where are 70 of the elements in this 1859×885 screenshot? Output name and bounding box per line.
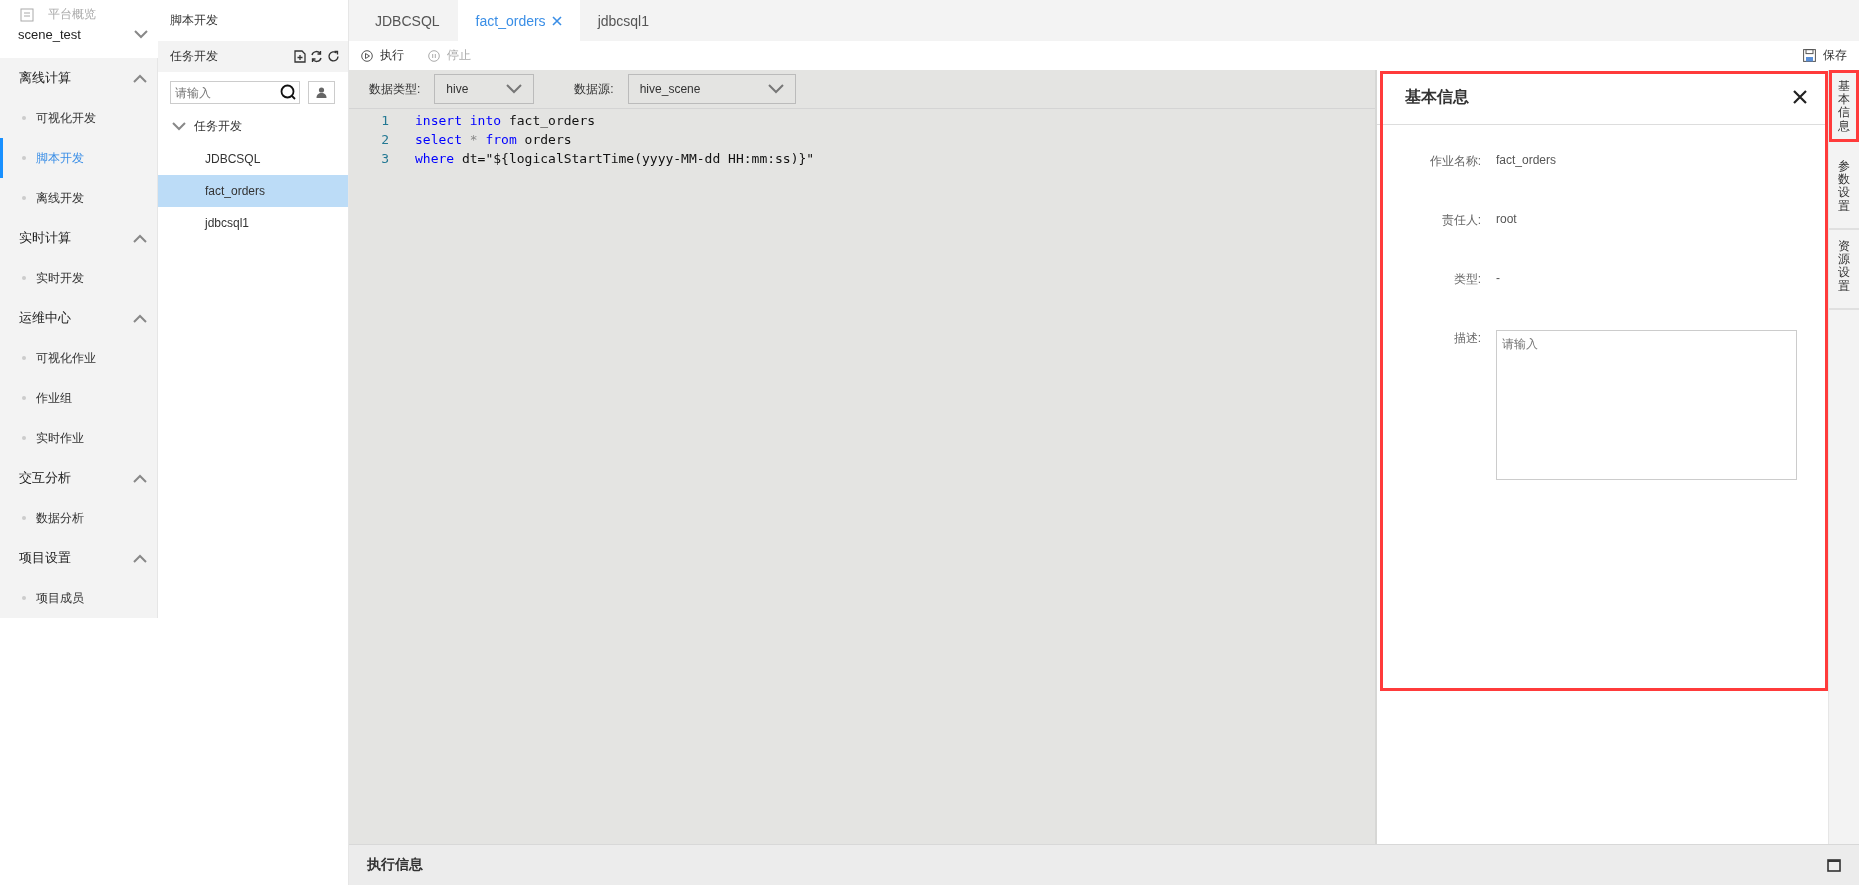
tree-folder[interactable]: 任务开发 bbox=[194, 118, 242, 135]
side-tab[interactable]: 资源设置 bbox=[1829, 230, 1859, 310]
editor-tab[interactable]: fact_orders bbox=[457, 0, 580, 41]
chevron-up-icon[interactable] bbox=[133, 553, 147, 563]
chevron-down-icon[interactable] bbox=[506, 84, 523, 94]
chevron-down-icon[interactable] bbox=[134, 30, 148, 39]
select-field[interactable]: hive bbox=[434, 74, 535, 104]
search-icon[interactable] bbox=[280, 84, 296, 100]
chevron-up-icon[interactable] bbox=[133, 473, 147, 483]
field-label: 作业名称: bbox=[1428, 153, 1481, 170]
code-line: select * from orders bbox=[415, 132, 572, 147]
code-line: where dt="${logicalStartTime(yyyy-MM-dd HH:mm:ss)}" bbox=[415, 151, 815, 166]
line-number: 1 bbox=[380, 113, 390, 128]
refresh-icon[interactable] bbox=[327, 50, 340, 63]
document-icon bbox=[20, 7, 34, 22]
nav-group-title[interactable]: 离线计算 bbox=[19, 69, 71, 87]
line-number: 3 bbox=[380, 151, 390, 166]
new-file-icon[interactable] bbox=[294, 50, 306, 63]
nav-item[interactable]: 离线开发 bbox=[0, 178, 157, 218]
nav-group-title[interactable]: 项目设置 bbox=[19, 549, 71, 567]
select-field[interactable]: hive_scene bbox=[627, 74, 796, 104]
maximize-icon[interactable] bbox=[1827, 858, 1841, 872]
save-icon[interactable] bbox=[1803, 49, 1816, 62]
editor-tab[interactable]: jdbcsql1 bbox=[579, 0, 667, 41]
close-button[interactable] bbox=[1792, 89, 1808, 105]
code-line: insert into fact_orders bbox=[415, 113, 596, 128]
nav-item[interactable]: 实时作业 bbox=[0, 418, 157, 458]
play-icon[interactable] bbox=[361, 49, 373, 62]
tree-item[interactable]: JDBCSQL bbox=[158, 143, 348, 175]
description-field[interactable]: 请输入 bbox=[1496, 330, 1797, 480]
bottom-panel-title: 执行信息 bbox=[367, 856, 423, 874]
side-tab[interactable]: 基本信息 bbox=[1829, 70, 1859, 142]
nav-item[interactable]: 数据分析 bbox=[0, 498, 157, 538]
nav-item[interactable]: 可视化开发 bbox=[0, 98, 157, 138]
sync-icon[interactable] bbox=[310, 50, 323, 63]
panel-title: 基本信息 bbox=[1405, 86, 1469, 107]
panel-title: 脚本开发 bbox=[170, 12, 218, 29]
nav-item[interactable]: 作业组 bbox=[0, 378, 157, 418]
editor-tab[interactable]: JDBCSQL bbox=[357, 0, 458, 41]
select-label: 数据类型: bbox=[369, 80, 421, 98]
field-label: 类型: bbox=[1452, 271, 1481, 288]
tree-item[interactable]: fact_orders bbox=[158, 175, 348, 207]
nav-item[interactable]: 可视化作业 bbox=[0, 338, 157, 378]
save-button[interactable]: 保存 bbox=[1803, 47, 1847, 64]
project-name[interactable]: scene_test bbox=[18, 27, 81, 42]
close-icon[interactable] bbox=[551, 15, 562, 26]
nav-group-title[interactable]: 交互分析 bbox=[19, 469, 71, 487]
side-tab[interactable]: 参数设置 bbox=[1829, 150, 1859, 230]
nav-group-title[interactable]: 实时计算 bbox=[19, 229, 71, 247]
field-label: 责任人: bbox=[1440, 212, 1481, 229]
field-label: 描述: bbox=[1452, 330, 1481, 347]
tree-item[interactable]: jdbcsql1 bbox=[158, 207, 348, 239]
line-number: 2 bbox=[380, 132, 390, 147]
select-label: 数据源: bbox=[574, 80, 614, 98]
nav-item[interactable]: 项目成员 bbox=[0, 578, 157, 618]
run-button[interactable]: 执行 bbox=[361, 47, 404, 64]
section-title: 任务开发 bbox=[170, 48, 218, 65]
field-value: - bbox=[1496, 271, 1500, 285]
nav-group-title[interactable]: 运维中心 bbox=[19, 309, 71, 327]
chevron-up-icon[interactable] bbox=[133, 73, 147, 83]
nav-item[interactable]: 实时开发 bbox=[0, 258, 157, 298]
field-value: root bbox=[1496, 212, 1517, 226]
chevron-down-icon[interactable] bbox=[767, 84, 784, 94]
chevron-up-icon[interactable] bbox=[133, 313, 147, 323]
search-field[interactable]: 请输入 bbox=[170, 81, 300, 104]
chevron-down-icon[interactable] bbox=[172, 122, 186, 131]
user-button[interactable] bbox=[308, 81, 335, 104]
field-value: fact_orders bbox=[1496, 153, 1557, 167]
chevron-up-icon[interactable] bbox=[133, 233, 147, 243]
user-icon[interactable] bbox=[316, 87, 327, 98]
